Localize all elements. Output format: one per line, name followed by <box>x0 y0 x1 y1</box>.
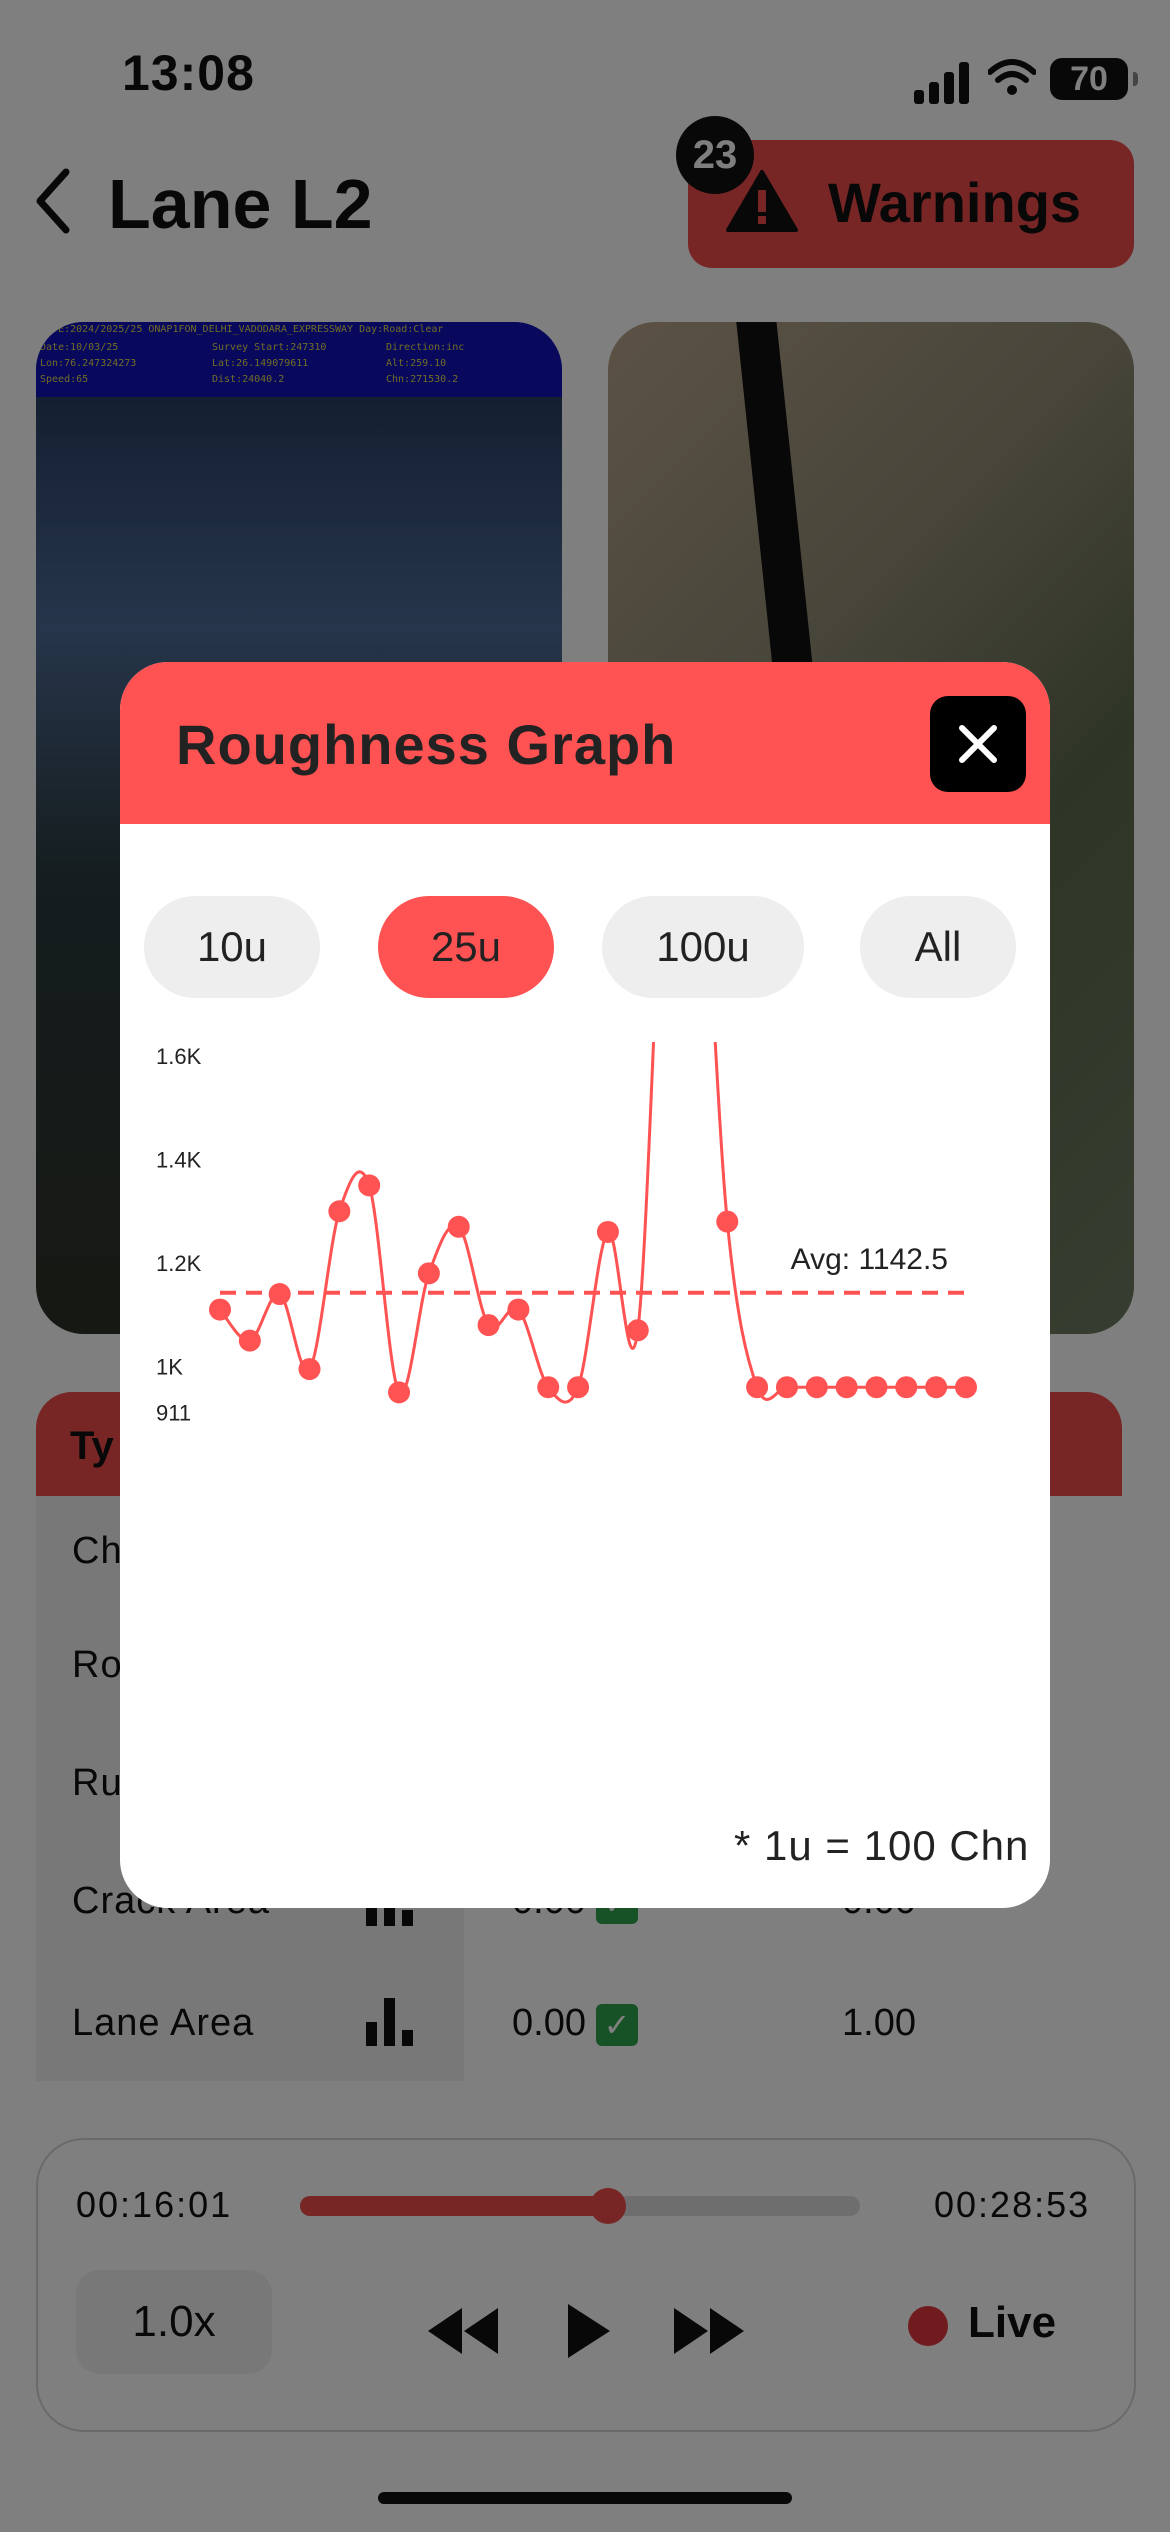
data-point[interactable] <box>746 1376 769 1399</box>
close-button[interactable] <box>930 696 1026 792</box>
chip-all[interactable]: All <box>860 896 1016 998</box>
y-tick-label: 1K <box>156 1355 183 1380</box>
data-point[interactable] <box>895 1376 918 1399</box>
data-point[interactable] <box>388 1381 411 1404</box>
unit-note: * 1u = 100 Chn <box>734 1822 1030 1869</box>
data-point[interactable] <box>328 1200 351 1223</box>
roughness-line-chart: 2K1.8K1.6K1.4K1.2K1K911 Avg: 1142.5 <box>156 1042 977 1426</box>
average-label: Avg: 1142.5 <box>791 1243 948 1276</box>
data-point[interactable] <box>835 1376 858 1399</box>
modal-title: Roughness Graph <box>176 713 677 776</box>
data-point[interactable] <box>238 1329 261 1352</box>
close-icon <box>959 725 997 763</box>
y-tick-label: 911 <box>156 1401 191 1426</box>
data-point[interactable] <box>298 1358 321 1381</box>
data-point[interactable] <box>567 1376 590 1399</box>
data-point[interactable] <box>925 1376 948 1399</box>
data-point[interactable] <box>447 1215 470 1238</box>
data-point[interactable] <box>596 1220 619 1243</box>
data-point[interactable] <box>805 1376 828 1399</box>
data-point[interactable] <box>537 1376 560 1399</box>
modal-header: Roughness Graph <box>120 662 1050 824</box>
data-point[interactable] <box>417 1262 440 1285</box>
roughness-series-line <box>218 1042 966 1404</box>
data-point[interactable] <box>358 1174 381 1197</box>
y-tick-label: 1.6K <box>156 1044 202 1069</box>
data-point[interactable] <box>775 1376 798 1399</box>
chip-10u[interactable]: 10u <box>144 896 320 998</box>
roughness-graph-modal: Roughness Graph 10u 25u 100u All 2K1.8K1… <box>120 662 1050 1908</box>
y-tick-label: 1.2K <box>156 1251 202 1276</box>
data-point[interactable] <box>865 1376 888 1399</box>
data-point[interactable] <box>626 1319 649 1342</box>
data-point[interactable] <box>477 1314 500 1337</box>
data-point[interactable] <box>716 1210 739 1233</box>
data-point[interactable] <box>955 1376 977 1399</box>
chip-100u[interactable]: 100u <box>602 896 804 998</box>
chip-25u[interactable]: 25u <box>378 896 554 998</box>
data-point[interactable] <box>209 1298 231 1321</box>
data-point[interactable] <box>268 1283 291 1306</box>
data-point[interactable] <box>507 1298 530 1321</box>
y-tick-label: 1.4K <box>156 1148 202 1173</box>
